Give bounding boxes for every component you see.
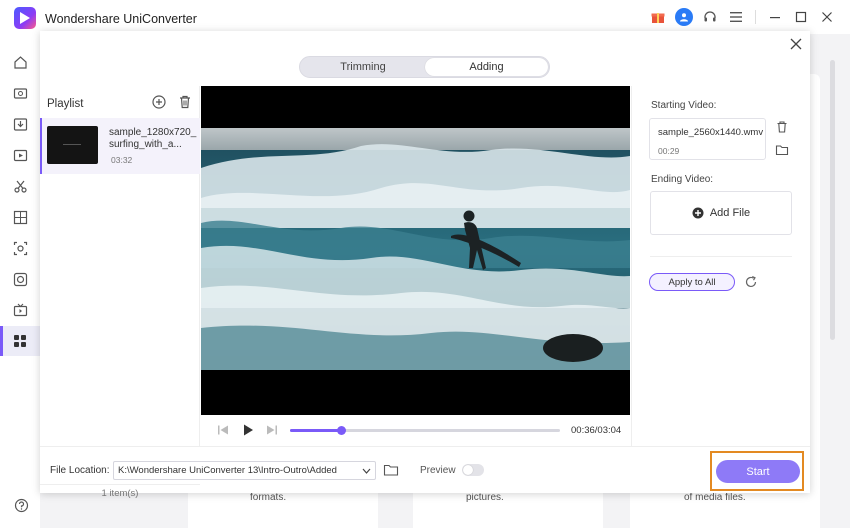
scissors-icon[interactable]: [0, 171, 40, 201]
tab-adding[interactable]: Adding: [425, 58, 548, 76]
playback-time: 00:36/03:04: [571, 425, 622, 436]
video-converter-icon[interactable]: [0, 78, 40, 108]
background-caption: pictures.: [466, 492, 504, 503]
starting-video-name: sample_2560x1440.wmv: [658, 127, 764, 138]
divider: [650, 256, 792, 257]
minimize-icon[interactable]: [762, 6, 788, 28]
starting-video-file[interactable]: sample_2560x1440.wmv 00:29: [649, 118, 766, 160]
seek-progress: [290, 429, 342, 432]
background-caption: of media files.: [684, 492, 746, 503]
headset-icon[interactable]: [697, 6, 723, 28]
chevron-down-icon: [362, 468, 371, 474]
intro-outro-dialog: Trimming Adding Playlist sample_1280x720…: [40, 31, 810, 499]
close-window-icon[interactable]: [814, 6, 840, 28]
file-location-label: File Location:: [50, 465, 110, 476]
home-icon[interactable]: [0, 47, 40, 77]
background-scrollbar[interactable]: [830, 60, 835, 340]
starting-video-duration: 00:29: [658, 146, 680, 156]
file-location-value: K:\Wondershare UniConverter 13\Intro-Out…: [118, 465, 337, 476]
playlist-item[interactable]: sample_1280x720_surfing_with_a... 03:32: [40, 118, 200, 174]
gift-icon[interactable]: [645, 6, 671, 28]
video-player-icon[interactable]: [0, 140, 40, 170]
download-icon[interactable]: [0, 109, 40, 139]
seek-handle[interactable]: [337, 426, 347, 435]
mode-tabs: Trimming Adding: [299, 56, 550, 78]
add-file-label: Add File: [709, 207, 751, 219]
file-location-dropdown[interactable]: K:\Wondershare UniConverter 13\Intro-Out…: [113, 461, 376, 480]
start-button[interactable]: Start: [716, 460, 800, 483]
delete-starting-video-icon[interactable]: [775, 120, 789, 134]
preview-toggle[interactable]: [462, 464, 484, 476]
maximize-icon[interactable]: [788, 6, 814, 28]
trash-icon[interactable]: [177, 94, 193, 110]
open-folder-icon[interactable]: [383, 463, 399, 477]
playlist-panel: Playlist sample_1280x720_surfing_with_a.…: [40, 86, 200, 499]
video-thumbnail: [47, 126, 98, 164]
next-frame-icon[interactable]: [265, 423, 279, 440]
toolbox-icon[interactable]: [0, 326, 40, 356]
previous-frame-icon[interactable]: [216, 423, 230, 440]
menu-icon[interactable]: [723, 6, 749, 28]
background-caption: formats.: [250, 492, 287, 503]
playlist-item-duration: 03:32: [111, 155, 133, 165]
preview-label: Preview: [420, 465, 456, 476]
play-icon[interactable]: [241, 423, 255, 440]
ending-video-label: Ending Video:: [651, 174, 714, 185]
help-icon[interactable]: [7, 493, 35, 517]
add-to-playlist-icon[interactable]: [151, 94, 167, 110]
add-ending-video-button[interactable]: Add File: [650, 191, 792, 235]
dialog-footer: File Location: K:\Wondershare UniConvert…: [40, 446, 810, 493]
video-frame-image: [201, 128, 630, 370]
player-controls: 00:36/03:04: [201, 417, 630, 445]
playlist-item-name: sample_1280x720_surfing_with_a...: [109, 127, 197, 150]
tab-trimming[interactable]: Trimming: [302, 58, 424, 76]
tv-icon[interactable]: [0, 295, 40, 325]
intro-outro-settings-panel: Starting Video: sample_2560x1440.wmv 00:…: [631, 86, 810, 446]
close-dialog-icon[interactable]: [788, 36, 804, 52]
playlist-title: Playlist: [47, 98, 84, 110]
seek-bar[interactable]: [290, 426, 560, 435]
left-sidebar: [0, 34, 97, 528]
screen-recorder-icon[interactable]: [0, 233, 40, 263]
refresh-icon[interactable]: [744, 275, 758, 289]
user-avatar-icon[interactable]: [671, 6, 697, 28]
app-title: Wondershare UniConverter: [45, 12, 197, 26]
apply-to-all-button[interactable]: Apply to All: [649, 273, 735, 291]
merge-icon[interactable]: [0, 202, 40, 232]
video-preview: [201, 86, 630, 415]
app-logo: [14, 7, 36, 29]
folder-icon[interactable]: [775, 143, 789, 157]
starting-video-label: Starting Video:: [651, 100, 717, 111]
plus-circle-icon: [692, 207, 704, 219]
title-bar: Wondershare UniConverter: [0, 0, 850, 34]
dvd-burner-icon[interactable]: [0, 264, 40, 294]
start-button-highlight: Start: [710, 451, 804, 491]
